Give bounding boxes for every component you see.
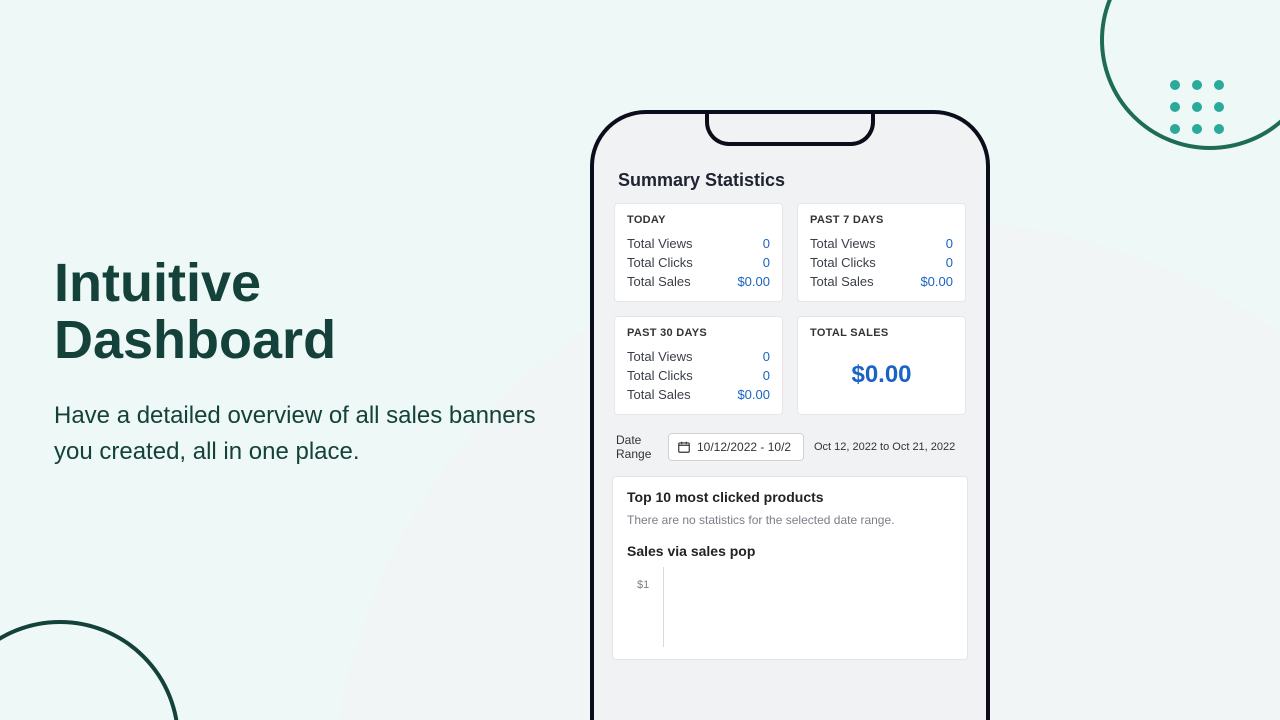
phone-notch <box>705 110 875 146</box>
past7-total-clicks: Total Clicks0 <box>810 253 953 272</box>
summary-statistics-title: Summary Statistics <box>618 170 962 191</box>
card-past7-header: PAST 7 DAYS <box>810 214 953 226</box>
date-range-input-text: 10/12/2022 - 10/2 <box>697 440 791 454</box>
subheadline: Have a detailed overview of all sales ba… <box>54 398 574 470</box>
date-range-label: Date Range <box>616 433 658 462</box>
chart-y-axis <box>663 567 664 647</box>
card-today: TODAY Total Views0 Total Clicks0 Total S… <box>614 203 783 302</box>
dot-grid-icon <box>1170 80 1224 134</box>
top-products-title: Top 10 most clicked products <box>627 489 953 505</box>
past30-total-sales: Total Sales$0.00 <box>627 385 770 404</box>
card-total-sales-header: TOTAL SALES <box>810 327 953 339</box>
past30-total-clicks: Total Clicks0 <box>627 366 770 385</box>
headline-line-2: Dashboard <box>54 310 336 370</box>
date-range-row: Date Range 10/12/2022 - 10/2 Oct 12, 202… <box>616 433 964 462</box>
phone-mockup: Summary Statistics TODAY Total Views0 To… <box>590 110 990 720</box>
top-products-panel: Top 10 most clicked products There are n… <box>612 476 968 660</box>
card-past30-header: PAST 30 DAYS <box>627 327 770 339</box>
card-total-sales: TOTAL SALES $0.00 <box>797 316 966 415</box>
card-past-7-days: PAST 7 DAYS Total Views0 Total Clicks0 T… <box>797 203 966 302</box>
total-sales-value: $0.00 <box>810 347 953 395</box>
chart-ytick: $1 <box>637 579 649 591</box>
top-products-empty-msg: There are no statistics for the selected… <box>627 513 953 527</box>
app-screen: Summary Statistics TODAY Total Views0 To… <box>612 154 968 720</box>
calendar-icon <box>677 440 691 454</box>
sales-chart-title: Sales via sales pop <box>627 543 953 559</box>
date-range-human: Oct 12, 2022 to Oct 21, 2022 <box>814 440 964 454</box>
card-today-header: TODAY <box>627 214 770 226</box>
ring-bottom-left <box>0 620 180 720</box>
sales-chart: $1 <box>627 567 953 647</box>
card-past-30-days: PAST 30 DAYS Total Views0 Total Clicks0 … <box>614 316 783 415</box>
today-total-sales: Total Sales$0.00 <box>627 272 770 291</box>
headline-line-1: Intuitive <box>54 253 261 313</box>
past30-total-views: Total Views0 <box>627 347 770 366</box>
past7-total-sales: Total Sales$0.00 <box>810 272 953 291</box>
stats-card-grid: TODAY Total Views0 Total Clicks0 Total S… <box>612 203 968 415</box>
past7-total-views: Total Views0 <box>810 234 953 253</box>
today-total-clicks: Total Clicks0 <box>627 253 770 272</box>
headline: Intuitive Dashboard <box>54 255 574 368</box>
date-range-input[interactable]: 10/12/2022 - 10/2 <box>668 433 804 461</box>
marketing-copy: Intuitive Dashboard Have a detailed over… <box>54 255 574 470</box>
today-total-views: Total Views0 <box>627 234 770 253</box>
